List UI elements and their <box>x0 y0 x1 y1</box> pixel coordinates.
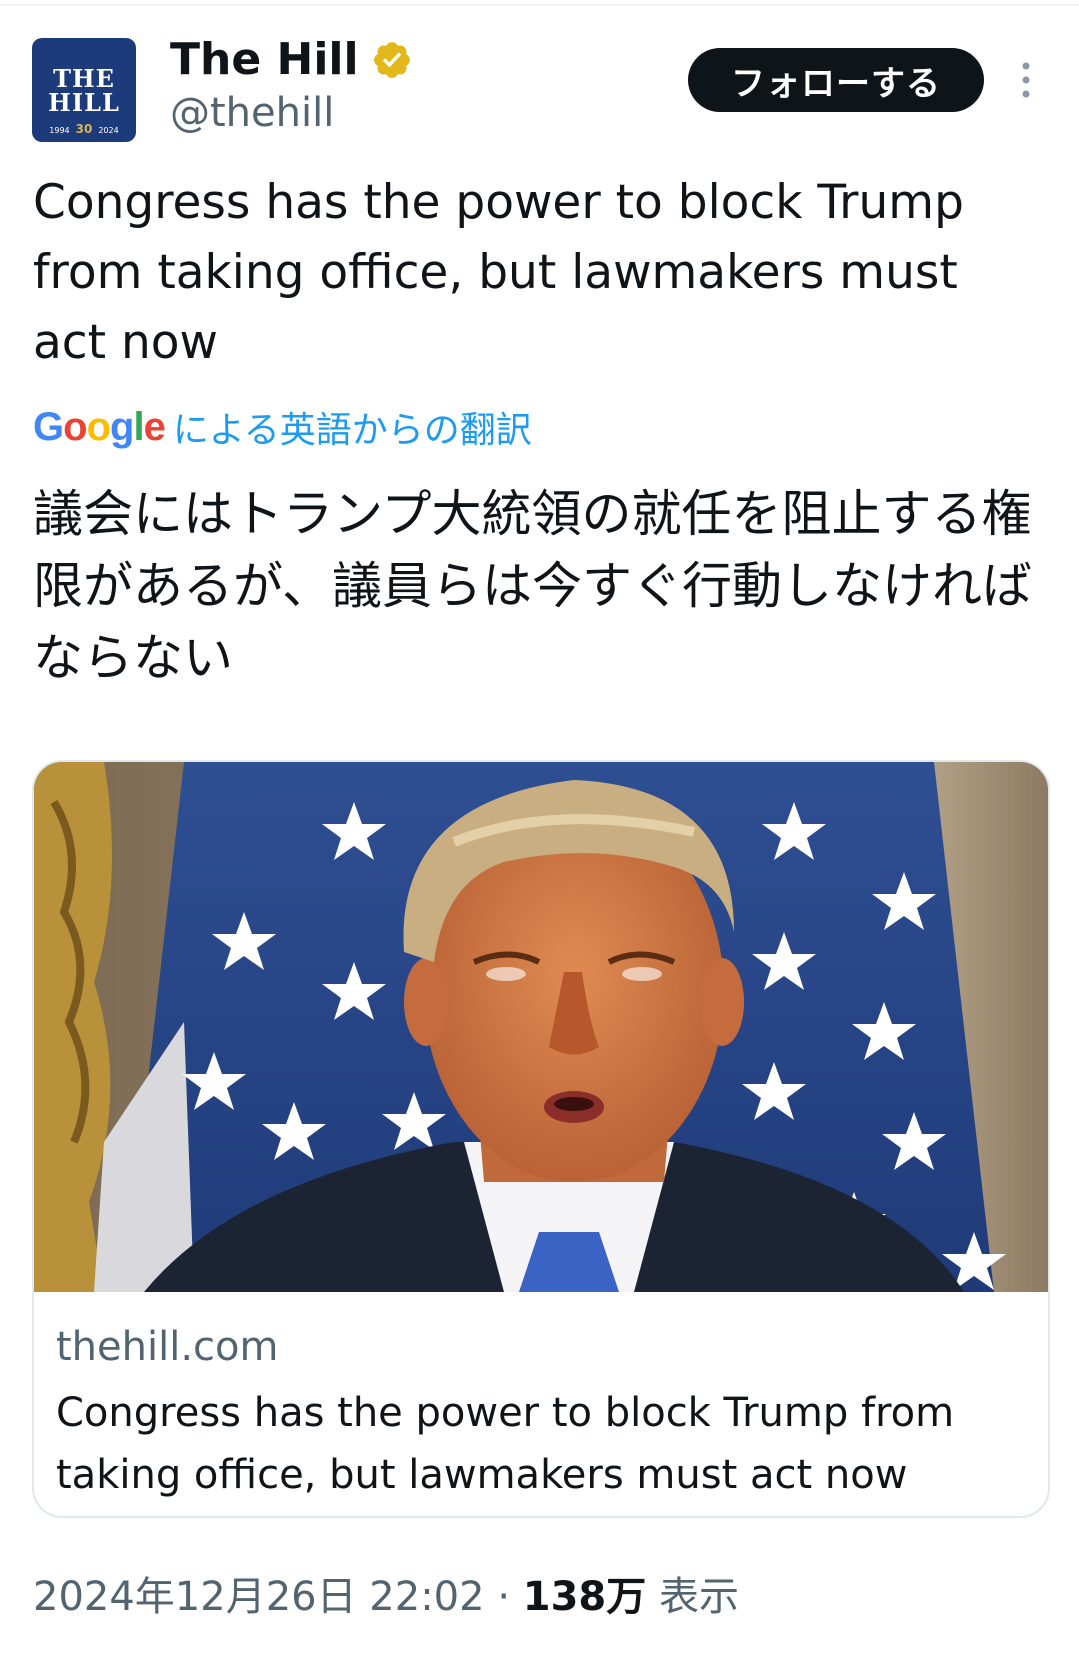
google-letter: l <box>133 404 144 449</box>
top-divider <box>0 4 1079 6</box>
meta-separator: · <box>497 1574 511 1620</box>
google-letter: e <box>143 404 166 449</box>
verified-badge-icon <box>373 42 410 78</box>
follow-button[interactable]: フォローする <box>688 48 984 112</box>
tweet-text-english: Congress has the power to block Trump fr… <box>33 175 964 370</box>
display-name[interactable]: The Hill <box>170 34 413 86</box>
views-label: 表示 <box>658 1574 739 1620</box>
google-letter: o <box>86 404 111 449</box>
avatar-year-start: 1994 <box>49 126 70 135</box>
avatar-logo-line2: HILL <box>48 88 120 117</box>
handle[interactable]: @thehill <box>170 88 334 138</box>
avatar-anniversary-number: 30 <box>75 122 93 136</box>
timestamp[interactable]: 2024年12月26日 22:02 <box>33 1574 485 1620</box>
card-domain: thehill.com <box>56 1324 279 1370</box>
translation-attribution[interactable]: Google による英語からの翻訳 <box>33 400 532 454</box>
card-title: Congress has the power to block Trump fr… <box>56 1390 955 1498</box>
views-count: 138万 <box>522 1574 647 1620</box>
google-letter: o <box>63 404 87 449</box>
google-letter: g <box>110 404 134 449</box>
display-name-text: The Hill <box>170 34 359 85</box>
link-card[interactable]: thehill.com Congress has the power to bl… <box>32 760 1050 1518</box>
avatar-anniversary: 1994 30 2024 <box>32 122 136 136</box>
google-logo: Google <box>33 404 166 450</box>
avatar-year-end: 2024 <box>98 126 119 135</box>
tweet-text-japanese: 議会にはトランプ大統領の就任を阻止する権限があるが、議員らは今すぐ行動しなければ… <box>33 485 1032 687</box>
tweet-meta: 2024年12月26日 22:02 · 138万 表示 <box>33 1570 739 1624</box>
card-image[interactable] <box>34 762 1048 1292</box>
more-vertical-icon[interactable] <box>1012 60 1040 100</box>
avatar[interactable]: THE HILL 1994 30 2024 <box>32 38 136 142</box>
translation-link[interactable]: による英語からの翻訳 <box>173 401 532 453</box>
google-letter: G <box>33 404 64 449</box>
